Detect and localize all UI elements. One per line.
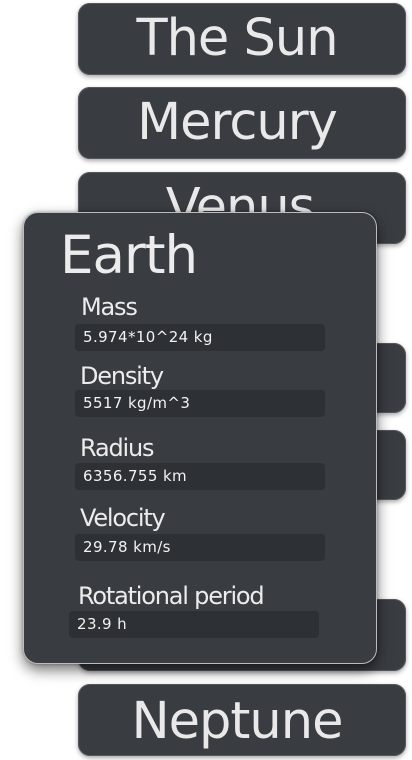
planet-detail-card[interactable]: Earth Mass 5.974*10^24 kg Density 5517 k… — [23, 212, 377, 664]
mass-value: 5.974*10^24 kg — [75, 324, 325, 351]
rotational-period-value: 23.9 h — [69, 611, 319, 638]
planet-tile-label: Neptune — [131, 692, 344, 751]
density-label: Density — [80, 362, 164, 390]
planet-tile-label: The Sun — [136, 9, 338, 68]
velocity-value: 29.78 km/s — [75, 534, 325, 561]
planet-tile-neptune[interactable]: Neptune — [78, 684, 406, 756]
rotational-period-label: Rotational period — [78, 582, 265, 610]
planet-tile-label: Mercury — [137, 93, 338, 152]
density-value: 5517 kg/m^3 — [75, 390, 325, 417]
velocity-label: Velocity — [80, 504, 166, 532]
mass-label: Mass — [81, 293, 138, 321]
planet-tile-mercury[interactable]: Mercury — [78, 87, 406, 159]
detail-title: Earth — [60, 225, 198, 286]
radius-label: Radius — [80, 434, 154, 462]
planet-tile-sun[interactable]: The Sun — [78, 3, 406, 75]
radius-value: 6356.755 km — [75, 463, 325, 490]
